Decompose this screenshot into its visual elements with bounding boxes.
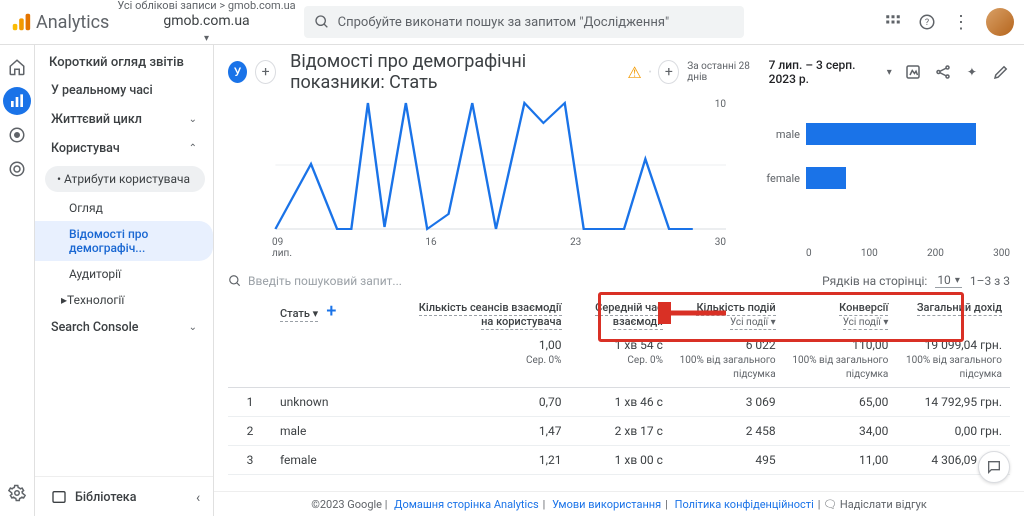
chevron-up-icon: ⌃ [189, 143, 197, 154]
sidebar-item-user-attributes[interactable]: • Атрибути користувача [45, 166, 205, 192]
main: У + Відомості про демографічні показники… [214, 45, 1024, 516]
ga-logo: Analytics [10, 11, 109, 33]
rail-reports[interactable] [3, 87, 31, 115]
date-range-prefix: За останні 28 днів [687, 61, 756, 83]
collapse-sidebar-button[interactable]: ‹ [196, 490, 200, 506]
col-events[interactable]: Кількість подій [696, 301, 775, 316]
row-range: 1–3 з 3 [970, 274, 1010, 288]
rail-advertising[interactable] [3, 155, 31, 183]
avatar[interactable] [986, 8, 1014, 36]
edit-icon[interactable] [992, 62, 1010, 82]
date-range[interactable]: 7 лип. – 3 серп. 2023 р. [769, 58, 875, 86]
bar-chart: male female 0 100 200 300 [750, 99, 1010, 259]
help-icon[interactable]: ? [918, 13, 936, 31]
topbar: Analytics Усі облікові записи > gmob.com… [0, 0, 1024, 45]
table-toolbar: Введіть пошуковий запит... Рядків на сто… [228, 267, 1010, 294]
dimension-picker[interactable]: Стать ▾ [280, 307, 318, 322]
chevron-down-icon: ⌄ [189, 114, 197, 125]
rows-per-page-select[interactable]: 10 ▾ [935, 273, 962, 288]
conversions-filter[interactable]: Усі події ▾ [843, 317, 889, 330]
totals-row: 1,00Сер. 0% 1 хв 54 сСер. 0% 6 022100% в… [228, 331, 1010, 388]
search-input[interactable]: Спробуйте виконати пошук за запитом "Дос… [304, 6, 744, 38]
footer: ©2023 Google | Домашня сторінка Analytic… [214, 491, 1024, 516]
sidebar-item-audiences[interactable]: Аудиторії [35, 261, 213, 287]
chevron-down-icon: ▾ [204, 33, 209, 45]
add-metric-button[interactable]: + [658, 60, 679, 84]
sidebar-item-tech[interactable]: ▸ Технології [35, 287, 213, 313]
line-chart: 10 09лип. 16 23 30 [228, 99, 726, 259]
customize-icon[interactable] [904, 62, 922, 82]
footer-link[interactable]: Умови використання [552, 498, 661, 511]
sidebar-library[interactable]: Бібліотека [35, 476, 213, 516]
footer-feedback[interactable]: 🗨 Надіслати відгук [823, 498, 927, 511]
sidebar-item-realtime[interactable]: У реальному часі [35, 76, 213, 105]
events-filter[interactable]: Усі події ▾ [730, 317, 776, 330]
account-switcher[interactable]: Усі облікові записи > gmob.com.ua gmob.c… [117, 0, 295, 44]
segment-chip[interactable]: У [228, 61, 247, 83]
rail-home[interactable] [3, 53, 31, 81]
col-avg-time[interactable]: Середній час взаємодії [595, 301, 663, 330]
svg-text:?: ? [925, 18, 929, 28]
footer-link[interactable]: Домашня сторінка Analytics [394, 498, 538, 511]
bar-female [806, 167, 846, 189]
search-icon [228, 274, 242, 288]
bar-male [806, 123, 976, 145]
rail-explore[interactable] [3, 121, 31, 149]
report-body: 10 09лип. 16 23 30 male [214, 99, 1024, 491]
sidebar-item-demographics[interactable]: Відомості про демографіч... [35, 221, 213, 261]
rail-admin[interactable] [3, 479, 31, 507]
share-icon[interactable] [934, 62, 952, 82]
chevron-down-icon: ⌄ [189, 322, 197, 333]
feedback-bubble[interactable] [978, 451, 1010, 483]
col-sessions[interactable]: Кількість сеансів взаємодії на користува… [419, 301, 562, 330]
top-actions: ? ⋮ [884, 8, 1014, 36]
sidebar-header: Короткий огляд звітів [35, 45, 213, 76]
search-icon [314, 14, 330, 30]
table-row[interactable]: 1unknown0,701 хв 46 с3 06965,0014 792,95… [228, 388, 1010, 417]
col-revenue[interactable]: Загальний дохід [917, 301, 1002, 316]
data-table: Стать ▾ + Кількість сеансів взаємодії на… [228, 294, 1010, 475]
insights-icon[interactable]: ✦ [964, 62, 980, 82]
product-name: Analytics [36, 12, 109, 33]
nav-rail [0, 45, 35, 516]
library-icon [51, 489, 67, 505]
report-header: У + Відомості про демографічні показники… [214, 45, 1024, 99]
warning-icon[interactable]: ⚠ [627, 63, 641, 82]
sidebar-item-lifecycle[interactable]: Життєвий цикл⌄ [35, 105, 213, 134]
report-title: Відомості про демографічні показники: Ст… [290, 51, 679, 93]
add-dimension-button[interactable]: + [326, 301, 336, 322]
sidebar-item-overview[interactable]: Огляд [35, 195, 213, 221]
search-placeholder: Спробуйте виконати пошук за запитом "Дос… [338, 15, 669, 30]
sidebar: Короткий огляд звітів У реальному часі Ж… [35, 45, 214, 516]
kebab-icon[interactable]: ⋮ [952, 12, 970, 33]
line-series [275, 103, 692, 229]
table-row[interactable]: 2male1,472 хв 17 с2 45834,000,00 грн. [228, 417, 1010, 446]
sidebar-item-search-console[interactable]: Search Console⌄ [35, 313, 213, 342]
account-path: Усі облікові записи > gmob.com.ua [117, 0, 295, 13]
footer-link[interactable]: Політика конфіденційності [675, 498, 814, 511]
col-conversions[interactable]: Конверсії [839, 301, 888, 316]
apps-icon[interactable] [884, 13, 902, 31]
property-name: gmob.com.ua [163, 13, 249, 29]
table-search-input[interactable]: Введіть пошуковий запит... [248, 274, 402, 288]
analytics-icon [10, 11, 32, 33]
sidebar-item-user[interactable]: Користувач⌃ [35, 134, 213, 163]
table-row[interactable]: 3female1,211 хв 00 с49511,004 306,09 грн… [228, 446, 1010, 475]
add-comparison-button[interactable]: + [255, 60, 276, 84]
